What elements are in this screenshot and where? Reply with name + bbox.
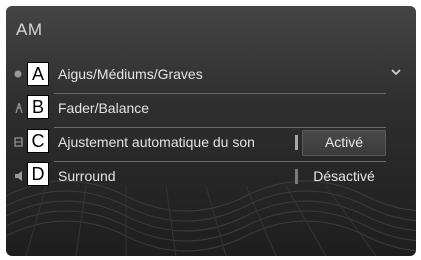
menu-item-tone[interactable]: Aigus/Médiums/Graves [6, 60, 416, 90]
callout-c: C [27, 129, 49, 153]
speaker-balance-icon [15, 102, 23, 114]
surround-icon [15, 171, 22, 181]
menu-item-auto-sound[interactable]: Ajustement automatique du son Activé [6, 128, 416, 158]
menu-item-fader-balance[interactable]: Fader/Balance [6, 94, 416, 124]
auto-sound-icon [14, 137, 23, 147]
menu-item-surround[interactable]: Surround Désactivé [6, 162, 416, 192]
callout-a: A [27, 62, 49, 86]
menu-item-label: Ajustement automatique du son [58, 134, 255, 150]
chevron-down-icon[interactable] [390, 66, 402, 78]
auto-sound-value: Activé [324, 134, 364, 150]
callout-d: D [27, 162, 49, 186]
menu-item-label: Fader/Balance [58, 100, 150, 116]
menu-item-label: Aigus/Médiums/Graves [58, 66, 203, 82]
page-title: AM [16, 20, 43, 39]
value-indicator-bar [295, 169, 298, 184]
value-indicator-bar [295, 135, 298, 150]
tone-icon [14, 70, 22, 78]
audio-settings-screen: AM Aigus/Médiums/Graves Fader/Balance Aj… [6, 6, 416, 256]
surround-value: Désactivé [313, 168, 375, 184]
callout-b: B [27, 95, 49, 119]
menu-item-label: Surround [58, 168, 116, 184]
